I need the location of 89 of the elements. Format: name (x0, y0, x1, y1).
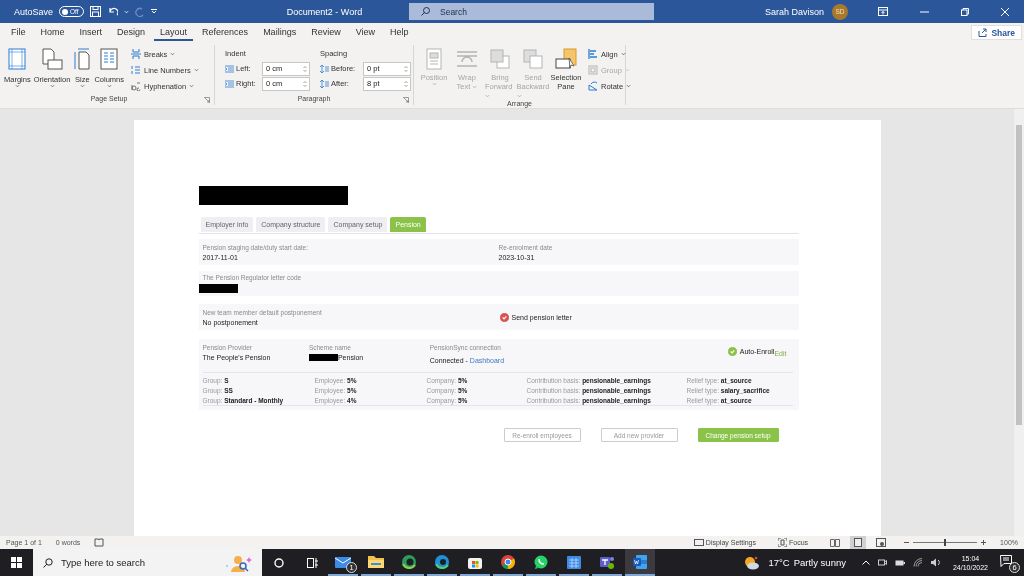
menu-tab[interactable]: View (349, 24, 381, 41)
menu-tab[interactable]: Home (34, 24, 71, 41)
page-break-icon (130, 49, 141, 59)
menu-tab[interactable]: Design (111, 24, 152, 41)
browser-icon (434, 553, 450, 570)
print-layout-icon[interactable] (850, 536, 867, 549)
battery-icon[interactable] (894, 559, 905, 566)
indent-icon (225, 79, 234, 88)
indent-icon (225, 64, 234, 73)
search-field[interactable]: Search (409, 3, 654, 20)
menu-tab[interactable]: References (196, 24, 255, 41)
menu-tab[interactable]: Mailings (257, 24, 303, 41)
chrome-icon (500, 553, 516, 570)
caret-icon (49, 84, 55, 88)
line-spacing-icon (320, 64, 329, 73)
ribbon-display-icon[interactable] (878, 7, 888, 16)
line-spacing-icon (320, 79, 329, 88)
spinner-arrows-icon (303, 64, 307, 73)
spinner-arrows-icon (404, 79, 408, 88)
search-highlight-icon (224, 553, 252, 572)
browser-icon (401, 553, 417, 570)
customize-icon[interactable] (150, 9, 157, 14)
chevron-up-icon[interactable] (861, 560, 870, 565)
video-call-icon[interactable] (877, 558, 887, 567)
zoom-out-icon[interactable] (904, 540, 910, 545)
menu-tab[interactable]: Insert (73, 24, 109, 41)
close-icon[interactable] (1001, 7, 1009, 16)
save-icon[interactable] (89, 6, 101, 17)
caret-icon (626, 84, 632, 88)
redo-icon (134, 6, 145, 17)
columns-icon (100, 48, 119, 70)
position-icon (425, 48, 443, 70)
caret-icon (79, 84, 85, 88)
search-icon (43, 557, 53, 568)
menu-tab[interactable]: Layout (154, 24, 194, 41)
group-icon (588, 65, 598, 75)
dialog-launcher-icon[interactable] (403, 97, 409, 103)
folder-icon (367, 554, 385, 569)
align-icon (588, 49, 598, 59)
user-name: Sarah Davison (764, 6, 824, 17)
rotate-icon (588, 81, 598, 91)
caret-icon (189, 84, 195, 88)
menu-tab[interactable]: File (5, 24, 32, 41)
taskbar-search-field[interactable]: Type here to search (33, 549, 262, 576)
hyphenation-icon (130, 81, 141, 91)
zoom-in-icon[interactable] (981, 540, 987, 545)
restore-icon[interactable] (961, 7, 969, 16)
word-icon (632, 553, 648, 570)
margins-icon (8, 48, 27, 70)
window-title: Document2 - Word (285, 6, 364, 17)
windows-start-icon[interactable] (11, 557, 22, 568)
page-size-icon (73, 48, 92, 70)
menu-tab[interactable]: Help (384, 24, 415, 41)
chat-bubble-icon (533, 553, 549, 570)
orientation-icon (41, 48, 64, 70)
cortana-icon[interactable] (274, 557, 284, 568)
autosave-label: AutoSave (14, 6, 54, 17)
share-button[interactable]: Share (971, 25, 1022, 40)
weather-condition: Partly sunny (793, 557, 846, 568)
minimize-icon[interactable] (920, 10, 929, 13)
task-view-icon[interactable] (306, 557, 318, 568)
caret-icon (14, 84, 20, 88)
search-icon (421, 7, 430, 16)
spinner-arrows-icon (303, 79, 307, 88)
text-wrap-icon (456, 48, 478, 70)
caret-icon (106, 84, 112, 88)
caret-icon (170, 52, 176, 56)
book-icon[interactable] (94, 538, 105, 547)
slider-thumb[interactable] (944, 539, 947, 546)
send-backward-icon (522, 48, 544, 70)
dialog-launcher-icon[interactable] (204, 97, 210, 103)
weather-icon[interactable] (744, 555, 761, 570)
spinner-arrows-icon (404, 64, 408, 73)
monitor-icon (693, 538, 704, 547)
focus-icon (778, 538, 788, 547)
mail-icon (334, 554, 352, 569)
volume-icon[interactable] (930, 558, 941, 567)
caret-icon (123, 9, 129, 14)
selection-pane-icon (554, 48, 578, 70)
undo-icon[interactable] (106, 6, 118, 17)
temperature: 17°C (768, 557, 790, 568)
caret-icon (620, 52, 626, 56)
bring-forward-icon (489, 48, 511, 70)
line-numbers-icon (130, 65, 141, 75)
menu-tab[interactable]: Review (305, 24, 347, 41)
calendar-icon (566, 553, 582, 570)
caret-icon (193, 68, 199, 72)
wifi-icon[interactable] (912, 558, 923, 567)
share-icon (978, 28, 988, 37)
